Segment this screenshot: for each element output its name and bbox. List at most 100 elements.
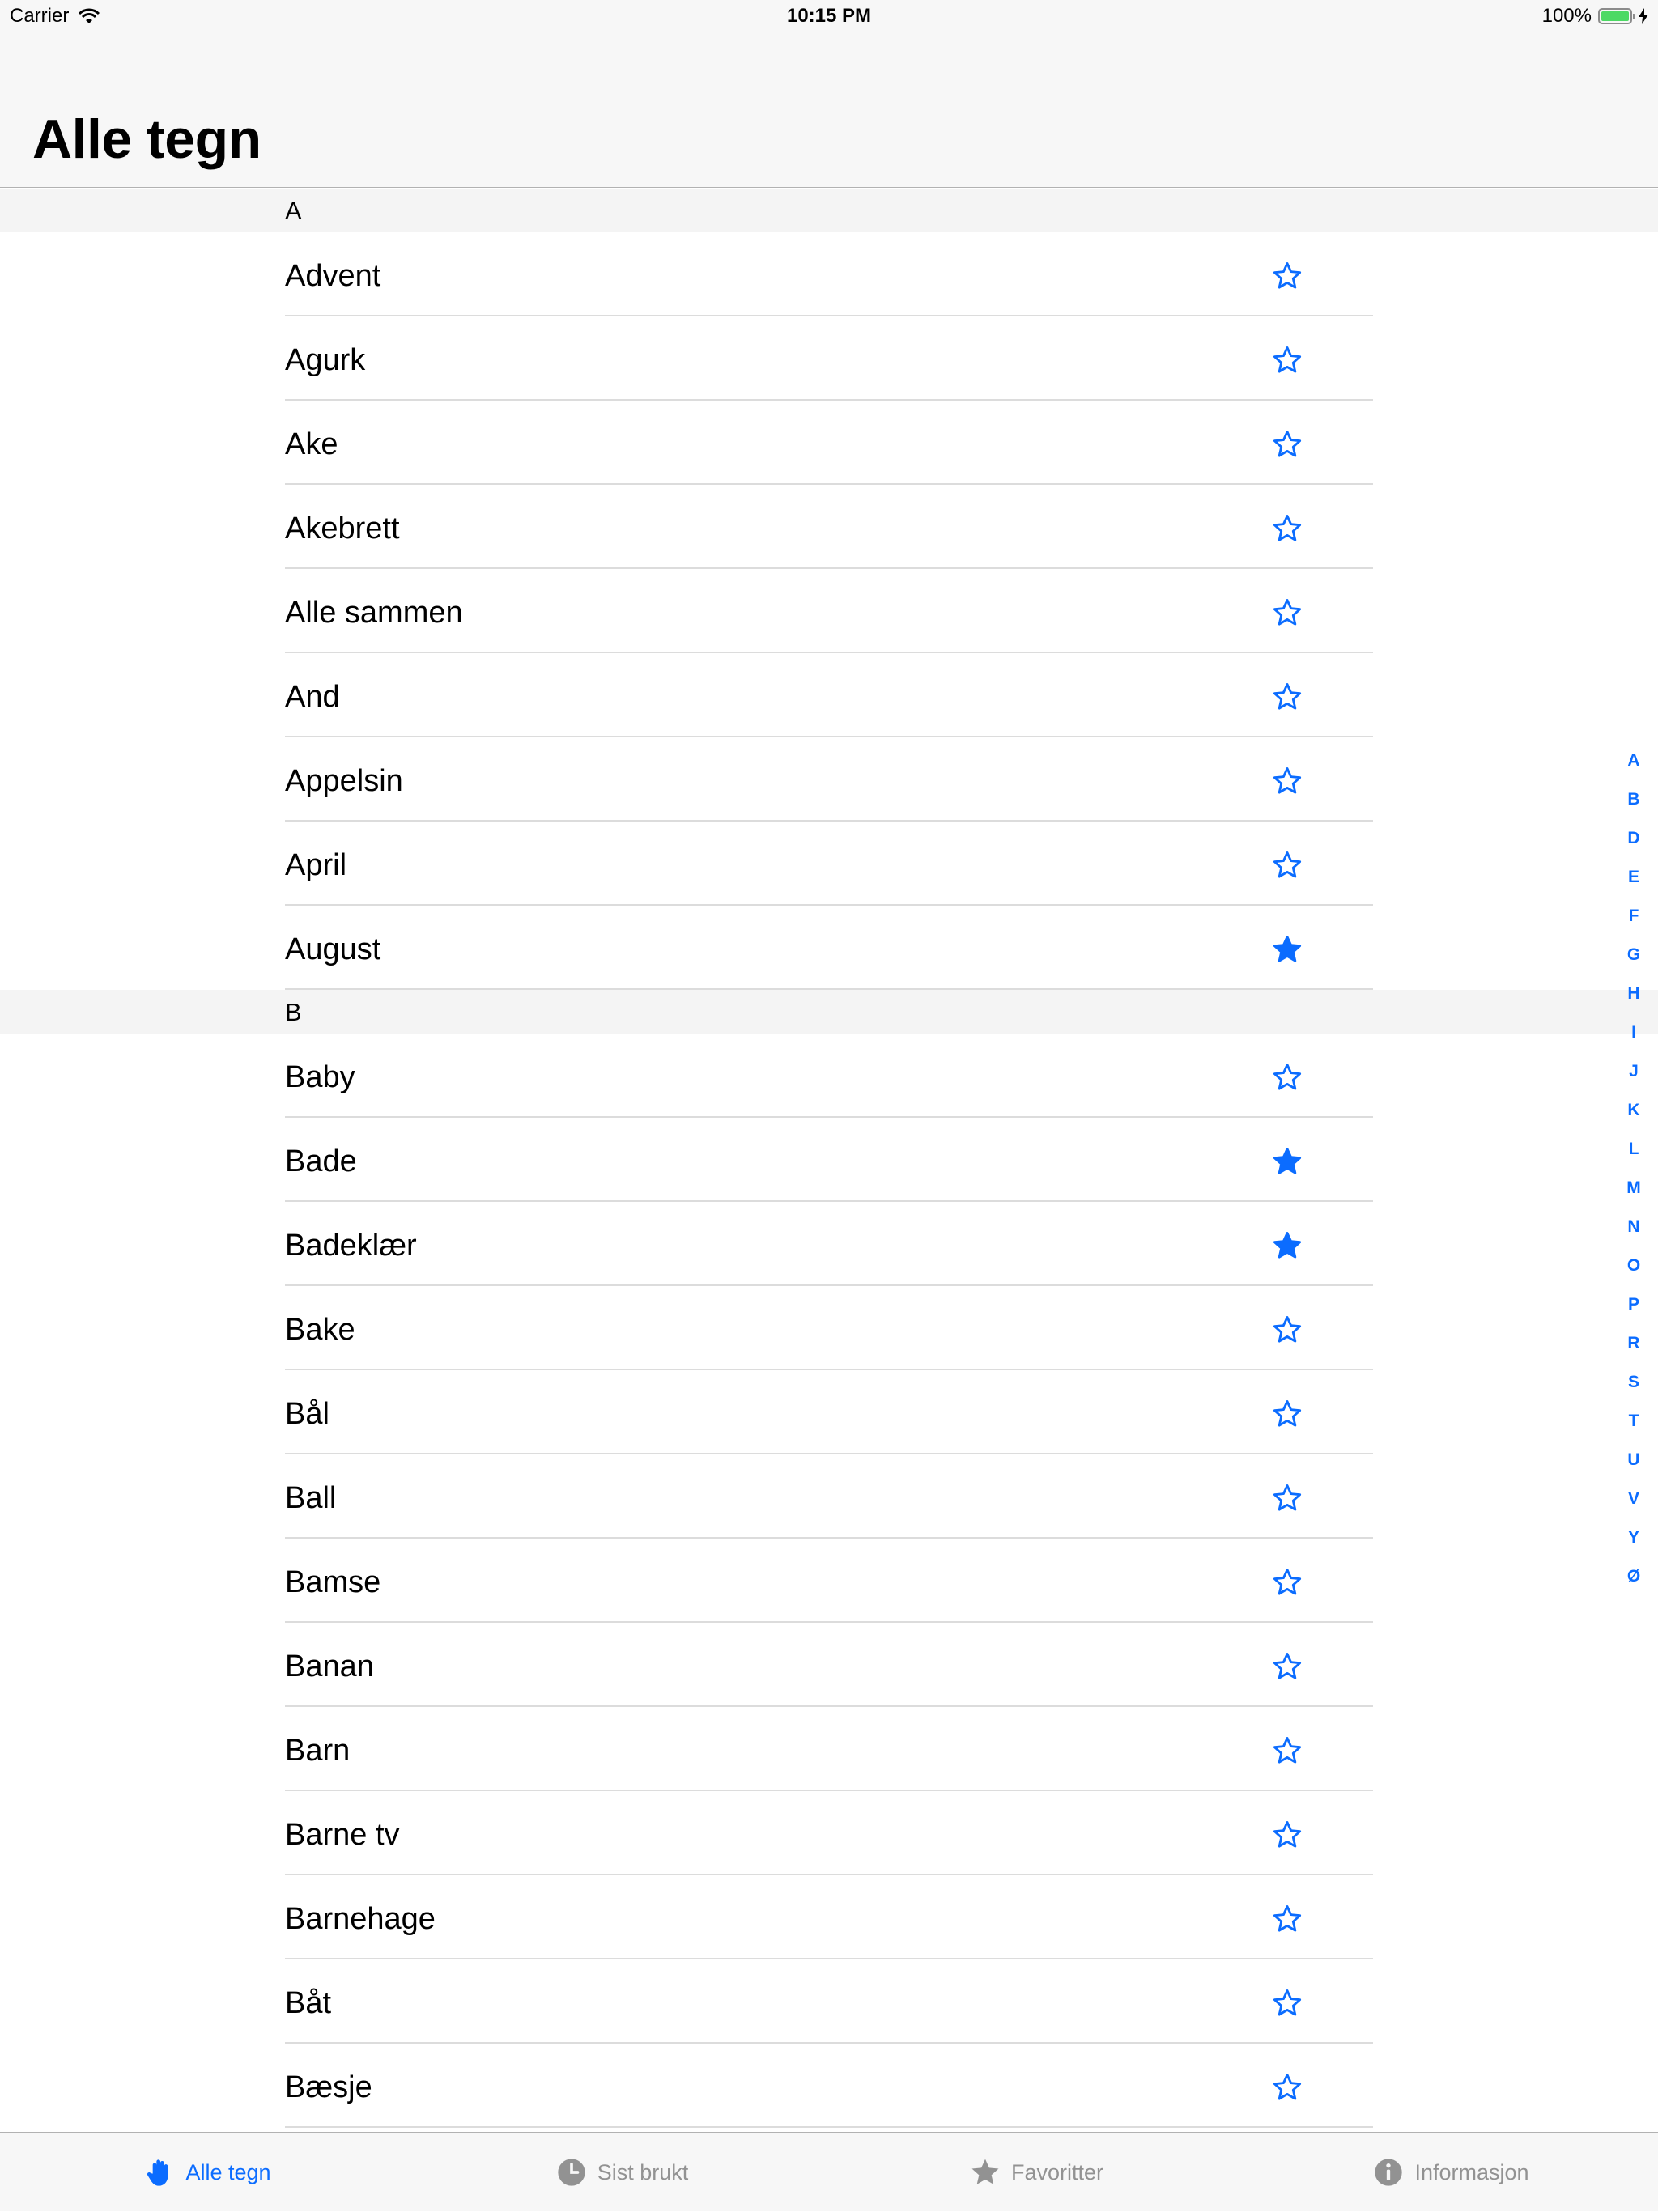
favorite-star-icon[interactable] (1269, 427, 1305, 462)
section-header-label: B (285, 998, 302, 1026)
favorite-star-icon[interactable] (1269, 1312, 1305, 1348)
favorite-star-icon[interactable] (1269, 1565, 1305, 1600)
list-item-label: Akebrett (285, 512, 400, 546)
list-item[interactable]: Barn (0, 1707, 1658, 1791)
favorite-star-icon[interactable] (1269, 1480, 1305, 1516)
tab-alle-tegn[interactable]: Alle tegn (0, 2133, 414, 2212)
list-item[interactable]: Bæsje (0, 2044, 1658, 2128)
index-letter[interactable]: U (1619, 1441, 1648, 1480)
list-item-label: Bål (285, 1397, 329, 1431)
favorite-star-icon[interactable] (1269, 1817, 1305, 1853)
list-item-label: April (285, 848, 347, 882)
list-item[interactable]: Båt (0, 1959, 1658, 2044)
list-item-label: Bade (285, 1144, 357, 1178)
index-letter[interactable]: R (1619, 1324, 1648, 1363)
list-item[interactable]: And (0, 653, 1658, 737)
sign-list[interactable]: A Advent Agurk Ake Akebrett Alle sammen And App… (0, 189, 1658, 2128)
list-item[interactable]: Baby (0, 1034, 1658, 1118)
status-bar: Carrier 10:15 PM 100% (0, 0, 1658, 32)
navigation-bar: Alle tegn (0, 32, 1658, 188)
index-letter[interactable]: F (1619, 897, 1648, 936)
favorite-star-icon[interactable] (1269, 1059, 1305, 1095)
favorite-star-icon[interactable] (1269, 595, 1305, 630)
list-item-label: Barn (285, 1734, 351, 1768)
index-letter[interactable]: K (1619, 1091, 1648, 1130)
list-item-label: Ake (285, 427, 338, 461)
index-letter[interactable]: Ø (1619, 1557, 1648, 1596)
list-item-label: Båt (285, 1986, 332, 2020)
star-icon (969, 2156, 1001, 2189)
favorite-star-icon[interactable] (1269, 1733, 1305, 1768)
favorite-star-icon[interactable] (1269, 2070, 1305, 2105)
index-letter[interactable]: H (1619, 974, 1648, 1013)
favorite-star-icon[interactable] (1269, 1396, 1305, 1432)
list-item[interactable]: Appelsin (0, 737, 1658, 822)
list-item[interactable]: Agurk (0, 316, 1658, 401)
favorite-star-icon[interactable] (1269, 763, 1305, 799)
favorite-star-icon[interactable] (1269, 1901, 1305, 1937)
status-time: 10:15 PM (786, 5, 872, 27)
list-item[interactable]: Bade (0, 1118, 1658, 1202)
tab-informasjon[interactable]: Informasjon (1244, 2133, 1658, 2212)
favorite-star-icon[interactable] (1269, 511, 1305, 546)
list-item[interactable]: Bamse (0, 1539, 1658, 1623)
index-letter[interactable]: A (1619, 741, 1648, 780)
index-letter[interactable]: B (1619, 780, 1648, 819)
list-item[interactable]: Alle sammen (0, 569, 1658, 653)
index-letter[interactable]: N (1619, 1208, 1648, 1246)
list-item[interactable]: Barne tv (0, 1791, 1658, 1875)
battery-fill (1601, 11, 1629, 21)
battery-percent: 100% (1541, 5, 1592, 27)
tab-sist-brukt[interactable]: Sist brukt (414, 2133, 829, 2212)
battery-tip (1633, 14, 1635, 19)
index-letter[interactable]: O (1619, 1246, 1648, 1285)
clock-icon (555, 2156, 588, 2189)
favorite-star-filled-icon[interactable] (1269, 1144, 1305, 1179)
favorite-star-filled-icon[interactable] (1269, 1228, 1305, 1263)
list-item-label: Alle sammen (285, 596, 463, 630)
favorite-star-icon[interactable] (1269, 258, 1305, 294)
list-item[interactable]: Advent (0, 232, 1658, 316)
list-item[interactable]: Akebrett (0, 485, 1658, 569)
index-letter[interactable]: E (1619, 858, 1648, 897)
list-item[interactable]: Badeklær (0, 1202, 1658, 1286)
list-item[interactable]: Ball (0, 1454, 1658, 1539)
favorite-star-filled-icon[interactable] (1269, 932, 1305, 967)
list-item[interactable]: Ake (0, 401, 1658, 485)
index-letter[interactable]: L (1619, 1130, 1648, 1169)
list-item-label: Bamse (285, 1565, 381, 1599)
index-letter[interactable]: P (1619, 1285, 1648, 1324)
list-item[interactable]: Bake (0, 1286, 1658, 1370)
list-item[interactable]: Bål (0, 1370, 1658, 1454)
favorite-star-icon[interactable] (1269, 342, 1305, 378)
list-item-label: Badeklær (285, 1229, 417, 1263)
list-item-label: And (285, 680, 340, 714)
tab-label: Alle tegn (185, 2159, 271, 2184)
list-item-label: Appelsin (285, 764, 403, 798)
favorite-star-icon[interactable] (1269, 679, 1305, 715)
index-letter[interactable]: Y (1619, 1518, 1648, 1557)
index-letter[interactable]: M (1619, 1169, 1648, 1208)
list-item-label: Baby (285, 1060, 355, 1094)
list-item[interactable]: Barnehage (0, 1875, 1658, 1959)
list-item[interactable]: August (0, 906, 1658, 990)
tab-label: Sist brukt (597, 2159, 689, 2184)
list-item-label: Banan (285, 1649, 374, 1683)
list-item-label: Bæsje (285, 2070, 372, 2104)
index-letter[interactable]: J (1619, 1052, 1648, 1091)
index-letter[interactable]: V (1619, 1480, 1648, 1518)
tab-favoritter[interactable]: Favoritter (829, 2133, 1244, 2212)
index-letter[interactable]: G (1619, 936, 1648, 974)
favorite-star-icon[interactable] (1269, 1985, 1305, 2021)
list-item[interactable]: Banan (0, 1623, 1658, 1707)
section-index[interactable]: ABDEFGHIJKLMNOPRSTUVYØ (1619, 741, 1648, 1596)
favorite-star-icon[interactable] (1269, 1649, 1305, 1684)
index-letter[interactable]: D (1619, 819, 1648, 858)
index-letter[interactable]: S (1619, 1363, 1648, 1402)
index-letter[interactable]: T (1619, 1402, 1648, 1441)
index-letter[interactable]: I (1619, 1013, 1648, 1052)
list-item[interactable]: April (0, 822, 1658, 906)
tab-bar: Alle tegn Sist brukt Favoritter Informasjon (0, 2132, 1658, 2211)
favorite-star-icon[interactable] (1269, 847, 1305, 883)
list-item-label: Barne tv (285, 1818, 400, 1852)
